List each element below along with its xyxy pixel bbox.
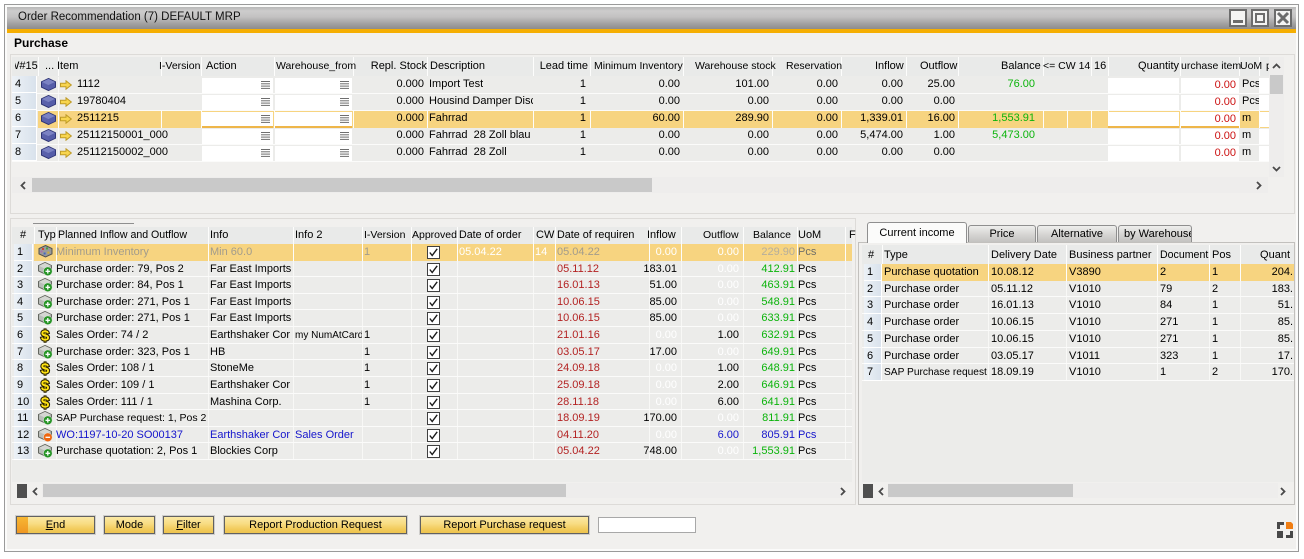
svg-text:$: $ [41, 378, 50, 393]
svg-text:$: $ [41, 361, 50, 376]
svg-text:$: $ [41, 328, 50, 343]
svg-text:$: $ [41, 395, 50, 410]
